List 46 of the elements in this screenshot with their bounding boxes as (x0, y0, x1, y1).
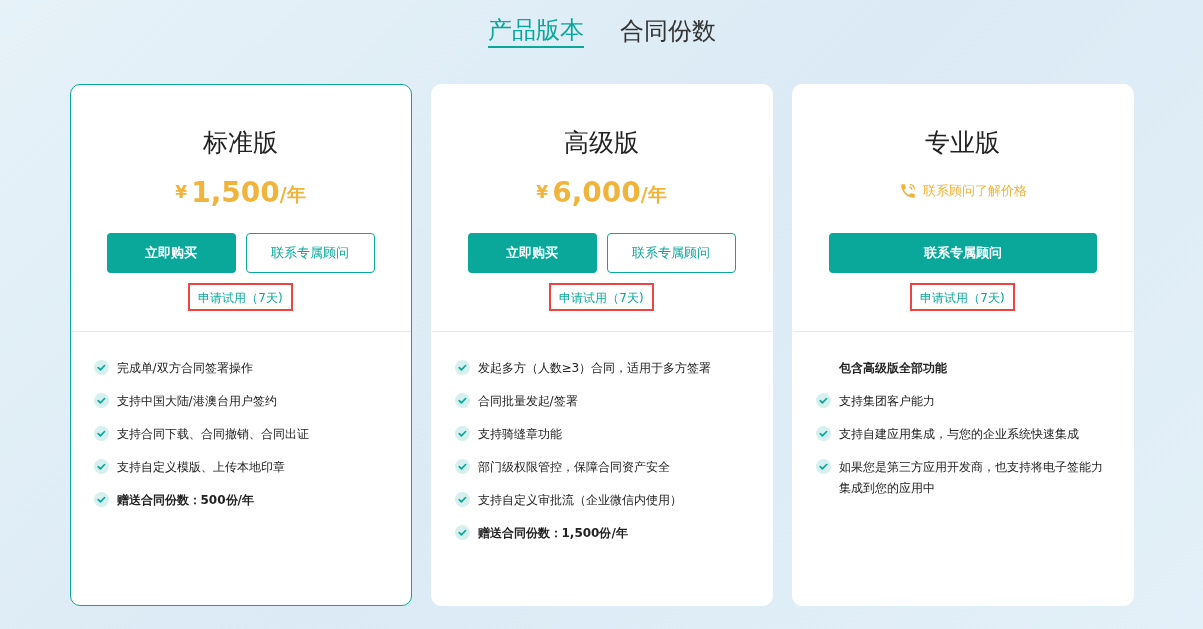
tab[interactable]: 合同份数 (619, 14, 716, 48)
feature-text: 如果您是第三方应用开发商，也支持将电子签能力集成到您的应用中 (838, 459, 1104, 497)
feature-text: 赠送合同份数：1,500份/年 (477, 525, 628, 542)
trial-link[interactable]: 申请试用（7天) (549, 283, 654, 311)
plan-button[interactable]: 联系专属顾问 (606, 233, 736, 273)
feature-text: 支持合同下载、合同撤销、合同出证 (116, 426, 309, 443)
plan-button[interactable]: 联系专属顾问 (828, 233, 1097, 273)
price: ¥1,500/年 (175, 175, 306, 211)
feature-text: 支持中国大陆/港澳台用户签约 (116, 393, 277, 410)
plan-button[interactable]: 立即购买 (106, 233, 236, 273)
tab[interactable]: 产品版本 (487, 14, 584, 48)
price: ¥6,000/年 (536, 175, 667, 211)
feature-text: 完成单/双方合同签署操作 (116, 360, 253, 377)
check-icon (454, 459, 470, 474)
check-icon (454, 492, 470, 507)
check-icon (454, 525, 470, 540)
plan-button[interactable]: 立即购买 (467, 233, 597, 273)
feature-text: 支持自定义审批流（企业微信内使用） (477, 492, 682, 509)
check-icon (93, 492, 109, 507)
phone-icon (898, 182, 917, 200)
feature-text: 支持自建应用集成，与您的企业系统快速集成 (838, 426, 1079, 443)
check-icon (93, 426, 109, 441)
check-icon (93, 393, 109, 408)
check-icon (93, 360, 109, 375)
feature-text: 包含高级版全部功能 (838, 360, 947, 377)
check-icon (93, 459, 109, 474)
check-icon (815, 426, 831, 441)
check-icon (815, 459, 831, 474)
plan-name: 高级版 (564, 127, 639, 159)
check-icon (454, 393, 470, 408)
price-contact-text: 联系顾问了解价格 (922, 182, 1027, 201)
feature-text: 赠送合同份数：500份/年 (116, 492, 254, 509)
trial-link[interactable]: 申请试用（7天) (910, 283, 1015, 311)
feature-text: 支持自定义模版、上传本地印章 (116, 459, 285, 476)
feature-text: 合同批量发起/签署 (477, 393, 578, 410)
plan-name: 专业版 (925, 127, 1000, 159)
feature-text: 发起多方（人数≥3）合同，适用于多方签署 (477, 360, 712, 377)
check-icon (815, 393, 831, 408)
trial-link[interactable]: 申请试用（7天) (188, 283, 293, 311)
feature-text: 支持集团客户能力 (838, 393, 935, 410)
plan-name: 标准版 (203, 127, 278, 159)
feature-text: 支持骑缝章功能 (477, 426, 562, 443)
feature-text: 部门级权限管控，保障合同资产安全 (477, 459, 670, 476)
plan-button[interactable]: 联系专属顾问 (245, 233, 375, 273)
check-icon (454, 360, 470, 375)
check-icon (454, 426, 470, 441)
